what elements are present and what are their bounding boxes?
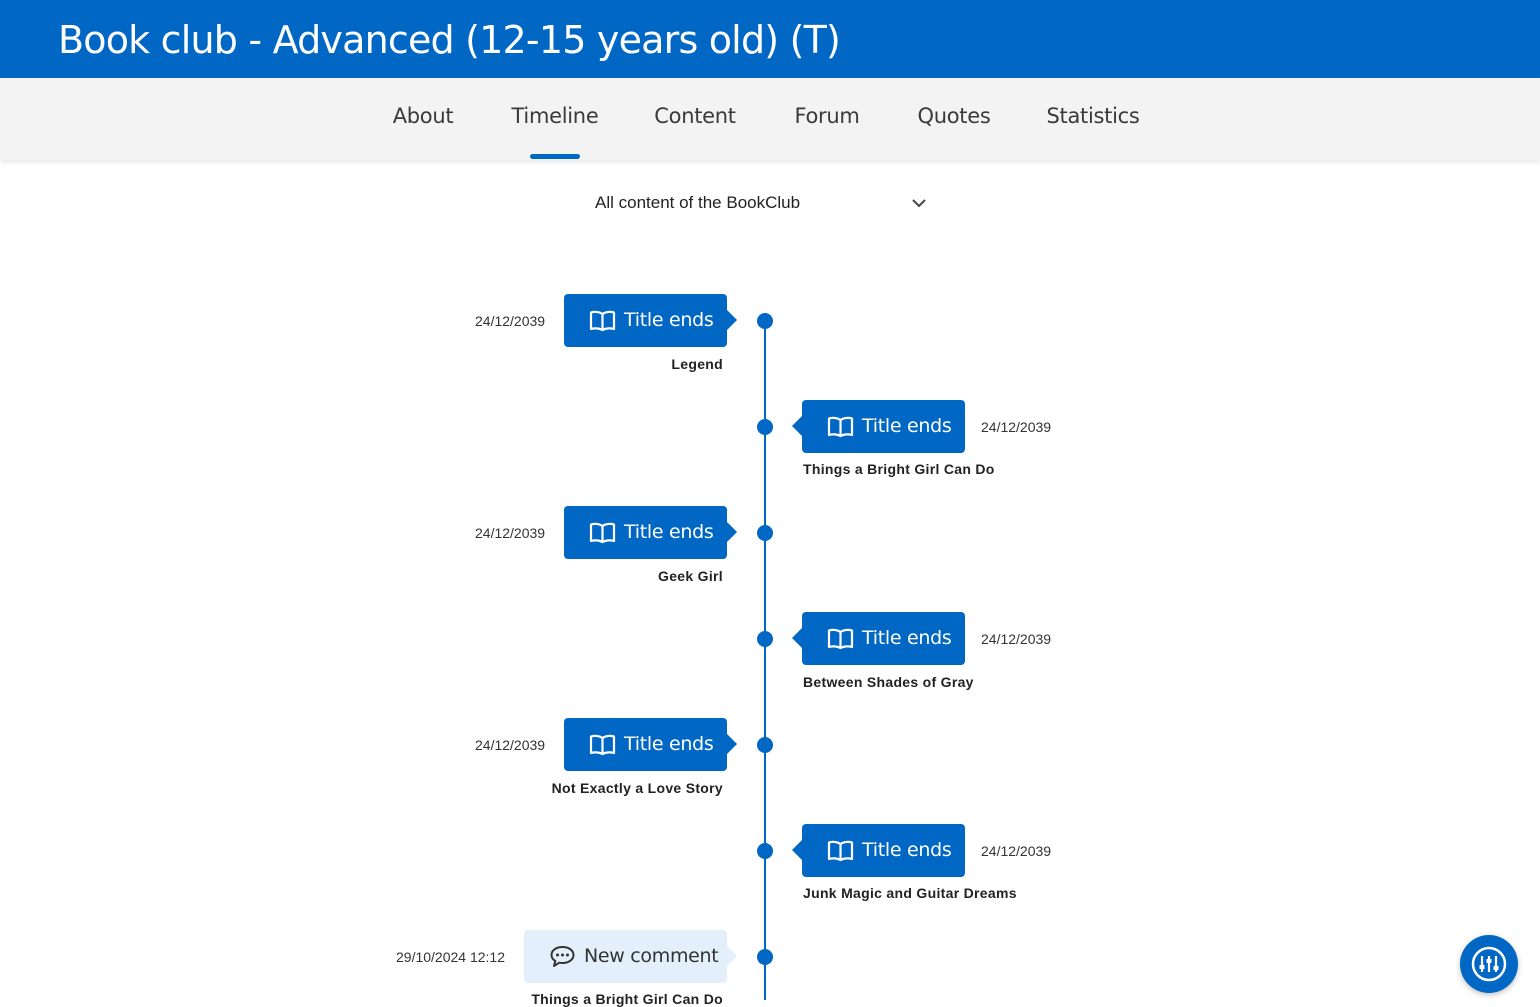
page-title: Book club - Advanced (12-15 years old) (… — [58, 18, 841, 62]
tab-bar: About Timeline Content Forum Quotes Stat… — [0, 78, 1540, 160]
event-label: Title ends — [624, 521, 714, 543]
event-label: Title ends — [624, 309, 714, 331]
book-icon — [827, 416, 854, 438]
event-book-title: Not Exactly a Love Story — [551, 780, 723, 796]
comment-icon — [550, 946, 575, 967]
content-filter-select[interactable]: All content of the BookClub — [582, 186, 942, 222]
event-book-title: Geek Girl — [658, 568, 723, 584]
timeline-dot — [757, 737, 773, 753]
book-icon — [589, 522, 616, 544]
event-label: Title ends — [862, 839, 952, 861]
event-date: 24/12/2039 — [475, 313, 546, 329]
title-ends-event-button[interactable]: Title ends — [792, 400, 965, 453]
book-icon — [827, 840, 854, 862]
event-date: 24/12/2039 — [981, 843, 1052, 859]
event-label: Title ends — [624, 733, 714, 755]
event-book-title: Junk Magic and Guitar Dreams — [803, 885, 1017, 901]
title-ends-event-button[interactable]: Title ends — [564, 718, 737, 771]
timeline-dot — [757, 949, 773, 965]
event-label: New comment — [584, 945, 719, 967]
event-label: Title ends — [862, 415, 952, 437]
timeline-dot — [757, 419, 773, 435]
book-icon — [589, 734, 616, 756]
event-date: 24/12/2039 — [981, 631, 1052, 647]
content-filter-value: All content of the BookClub — [595, 193, 801, 212]
event-date: 24/12/2039 — [475, 525, 546, 541]
filter-settings-button[interactable] — [1460, 935, 1518, 993]
book-icon — [827, 628, 854, 650]
event-date: 24/12/2039 — [981, 419, 1052, 435]
title-ends-event-button[interactable]: Title ends — [792, 612, 965, 665]
tab-quotes[interactable]: Quotes — [918, 104, 991, 128]
event-book-title: Between Shades of Gray — [803, 674, 974, 690]
event-label: Title ends — [862, 627, 952, 649]
chevron-down-icon — [912, 199, 926, 208]
page-header: Book club - Advanced (12-15 years old) (… — [0, 0, 1540, 78]
book-icon — [589, 310, 616, 332]
event-book-title: Legend — [671, 356, 723, 372]
settings-sliders-icon — [1471, 946, 1507, 982]
timeline-dot — [757, 631, 773, 647]
active-tab-indicator — [530, 154, 580, 159]
title-ends-event-button[interactable]: Title ends — [564, 506, 737, 559]
tab-forum[interactable]: Forum — [794, 104, 859, 128]
tab-about[interactable]: About — [393, 104, 454, 128]
tab-statistics[interactable]: Statistics — [1047, 104, 1140, 128]
event-book-title: Things a Bright Girl Can Do — [803, 461, 995, 477]
timeline-dot — [757, 525, 773, 541]
event-date: 29/10/2024 12:12 — [396, 949, 505, 965]
tab-timeline[interactable]: Timeline — [512, 104, 599, 128]
title-ends-event-button[interactable]: Title ends — [792, 824, 965, 877]
title-ends-event-button[interactable]: Title ends — [564, 294, 737, 347]
timeline-dot — [757, 313, 773, 329]
event-book-title: Things a Bright Girl Can Do — [531, 991, 723, 1007]
new-comment-event-button[interactable]: New comment — [524, 930, 737, 983]
event-date: 24/12/2039 — [475, 737, 546, 753]
timeline-dot — [757, 843, 773, 859]
tab-content[interactable]: Content — [654, 104, 736, 128]
